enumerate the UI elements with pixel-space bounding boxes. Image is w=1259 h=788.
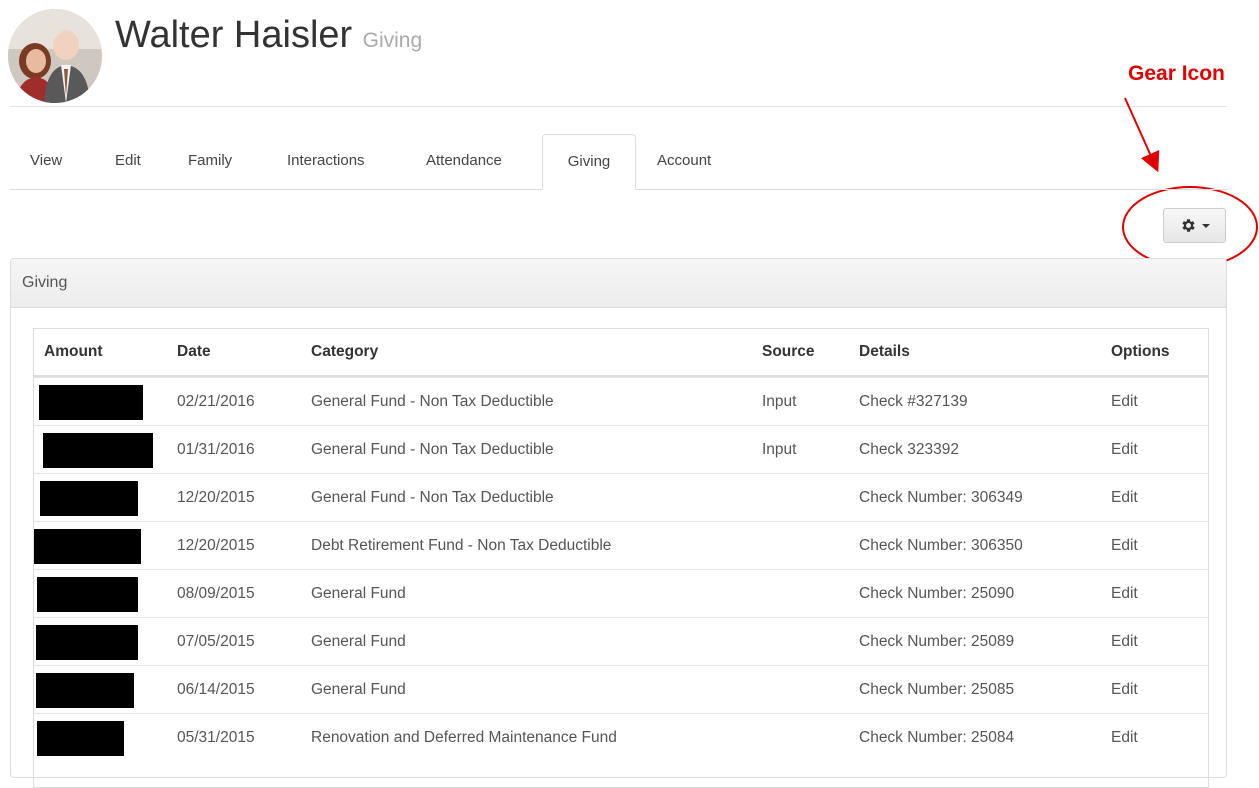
giving-table: Amount Date Category Source Details Opti… <box>33 328 1209 788</box>
cell-category: General Fund - Non Tax Deductible <box>311 393 554 410</box>
cell-details: Check Number: 306350 <box>859 537 1023 554</box>
column-header-amount[interactable]: Amount <box>44 343 103 361</box>
tab-interactions[interactable]: Interactions <box>287 134 365 188</box>
table-row: 06/14/2015 General Fund Check Number: 25… <box>34 665 1208 714</box>
cell-category: General Fund <box>311 585 406 602</box>
cell-details: Check #327139 <box>859 393 968 410</box>
tab-giving[interactable]: Giving <box>542 134 636 190</box>
cell-source: Input <box>762 393 797 410</box>
cell-category: Debt Retirement Fund - Non Tax Deductibl… <box>311 537 612 554</box>
table-row: 02/21/2016 General Fund - Non Tax Deduct… <box>34 377 1208 426</box>
column-header-category[interactable]: Category <box>311 343 378 361</box>
table-row: 01/31/2016 General Fund - Non Tax Deduct… <box>34 425 1208 474</box>
tab-edit[interactable]: Edit <box>115 134 141 188</box>
column-header-options: Options <box>1111 343 1170 360</box>
gear-icon <box>1181 219 1195 232</box>
table-row: 08/09/2015 General Fund Check Number: 25… <box>34 569 1208 618</box>
table-row: 05/31/2015 Renovation and Deferred Maint… <box>34 713 1208 762</box>
redacted-amount <box>39 385 143 420</box>
header-divider <box>10 106 1227 107</box>
cell-category: General Fund <box>311 633 406 650</box>
cell-details: Check Number: 25090 <box>859 585 1015 602</box>
edit-link[interactable]: Edit <box>1111 393 1138 411</box>
column-header-details[interactable]: Details <box>859 343 910 361</box>
cell-date: 06/14/2015 <box>177 681 255 698</box>
table-row: 12/20/2015 Debt Retirement Fund - Non Ta… <box>34 521 1208 570</box>
edit-link[interactable]: Edit <box>1111 681 1138 699</box>
section-subtitle: Giving <box>362 29 423 52</box>
redacted-amount <box>40 481 138 516</box>
person-photo <box>8 9 102 103</box>
redacted-amount <box>36 625 138 660</box>
cell-date: 05/31/2015 <box>177 729 255 746</box>
tab-view[interactable]: View <box>30 134 62 188</box>
table-row: 12/20/2015 General Fund - Non Tax Deduct… <box>34 473 1208 522</box>
redacted-amount <box>43 433 153 468</box>
cell-category: General Fund <box>311 681 406 698</box>
person-name: Walter Haisler <box>115 14 353 56</box>
panel-title: Giving <box>11 259 1226 308</box>
annotation-label: Gear Icon <box>1128 62 1225 85</box>
settings-dropdown-button[interactable] <box>1163 208 1226 243</box>
cell-details: Check 323392 <box>859 441 959 458</box>
edit-link[interactable]: Edit <box>1111 585 1138 603</box>
cell-category: General Fund - Non Tax Deductible <box>311 441 554 458</box>
edit-link[interactable]: Edit <box>1111 537 1138 555</box>
page-title: Walter Haisler Giving <box>115 14 422 57</box>
edit-link[interactable]: Edit <box>1111 441 1138 459</box>
cell-category: General Fund - Non Tax Deductible <box>311 489 554 506</box>
edit-link[interactable]: Edit <box>1111 489 1138 507</box>
cell-date: 08/09/2015 <box>177 585 255 602</box>
cell-date: 12/20/2015 <box>177 489 255 506</box>
cell-details: Check Number: 306349 <box>859 489 1023 506</box>
column-header-date[interactable]: Date <box>177 343 211 361</box>
cell-date: 02/21/2016 <box>177 393 255 410</box>
avatar <box>8 9 102 103</box>
cell-date: 07/05/2015 <box>177 633 255 650</box>
cell-date: 01/31/2016 <box>177 441 255 458</box>
table-row: 07/05/2015 General Fund Check Number: 25… <box>34 617 1208 666</box>
cell-details: Check Number: 25089 <box>859 633 1015 650</box>
cell-date: 12/20/2015 <box>177 537 255 554</box>
tab-attendance[interactable]: Attendance <box>426 134 502 188</box>
cell-category: Renovation and Deferred Maintenance Fund <box>311 729 617 746</box>
redacted-amount <box>34 529 141 564</box>
cell-details: Check Number: 25085 <box>859 681 1015 698</box>
tab-bar: View Edit Family Interactions Attendance… <box>10 134 1227 190</box>
cell-source: Input <box>762 441 797 458</box>
caret-down-icon <box>1201 223 1210 228</box>
column-header-source[interactable]: Source <box>762 343 815 361</box>
tab-account[interactable]: Account <box>657 134 711 188</box>
cell-details: Check Number: 25084 <box>859 729 1015 746</box>
giving-panel: Giving Amount Date Category Source Detai… <box>10 258 1227 788</box>
tab-family[interactable]: Family <box>188 134 232 188</box>
edit-link[interactable]: Edit <box>1111 633 1138 651</box>
redacted-amount <box>36 673 134 708</box>
redacted-amount <box>37 577 138 612</box>
edit-link[interactable]: Edit <box>1111 729 1138 747</box>
